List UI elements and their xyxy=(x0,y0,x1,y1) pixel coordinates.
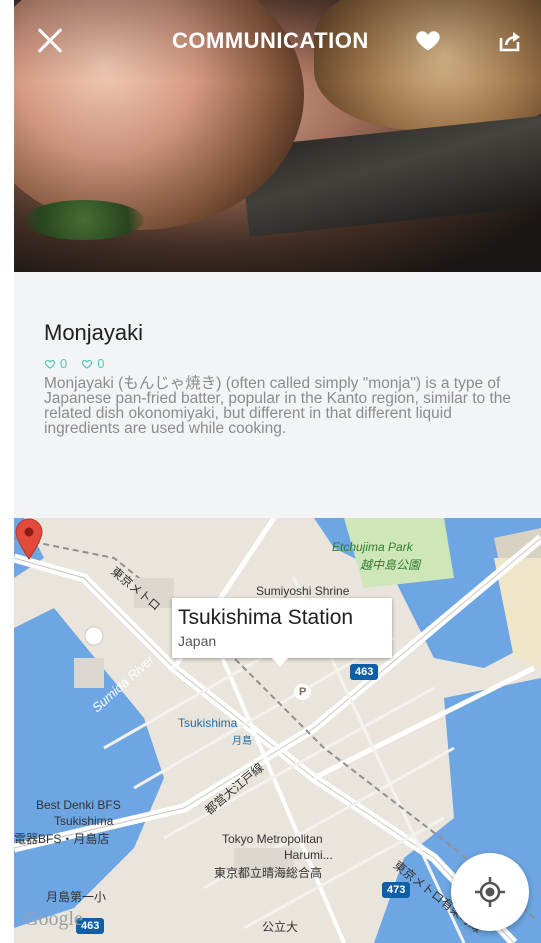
shrine-label: Sumiyoshi Shrine xyxy=(256,584,350,598)
google-logo: Google xyxy=(24,908,83,930)
item-title: Monjayaki xyxy=(44,320,144,345)
map-view[interactable]: Etchujima Park 越中島公園 Sumiyoshi Shrine Su… xyxy=(14,518,541,943)
map-info-window[interactable]: Tsukishima Station Japan xyxy=(172,598,392,667)
like-count: 0 xyxy=(60,356,68,371)
harumi-label-2: Harumi... xyxy=(284,848,333,862)
hero-photo: COMMUNICATION xyxy=(14,0,541,272)
my-location-button[interactable] xyxy=(451,853,529,931)
page-title: COMMUNICATION xyxy=(172,28,369,53)
store-label-jp: 電器BFS・月島店 xyxy=(14,832,110,846)
station-label: Tsukishima xyxy=(178,716,238,730)
harumi-label-jp: 東京都立晴海総合高 xyxy=(214,866,323,880)
screen: COMMUNICATION Monjayaki 0 0 Monjayaki (も… xyxy=(14,0,541,943)
info-window-subtitle: Japan xyxy=(178,633,217,649)
park-label: Etchujima Park xyxy=(332,540,413,554)
route-shield: 463 xyxy=(350,664,379,680)
close-button[interactable] xyxy=(32,22,68,58)
item-stats: 0 0 xyxy=(44,356,104,371)
my-location-icon xyxy=(475,877,505,907)
info-window-title: Tsukishima Station xyxy=(178,606,354,629)
park-label-jp: 越中島公園 xyxy=(360,558,421,572)
item-description: Monjayaki (もんじゃ焼き) (often called simply … xyxy=(44,375,512,437)
route-shield: 473 xyxy=(382,882,411,898)
item-details: Monjayaki 0 0 Monjayaki (もんじゃ焼き) (often … xyxy=(14,272,541,518)
top-bar: COMMUNICATION xyxy=(14,18,541,66)
comment-count: 0 xyxy=(97,356,105,371)
store-label-2: Tsukishima xyxy=(54,814,114,828)
school-label-2: 公立大 xyxy=(262,920,299,934)
school-label: 月島第一小 xyxy=(46,890,107,904)
harumi-label: Tokyo Metropolitan xyxy=(222,832,323,846)
share-button[interactable] xyxy=(498,30,522,52)
store-label: Best Denki BFS xyxy=(36,798,121,812)
comment-icon[interactable] xyxy=(81,358,93,370)
station-label-jp: 月島 xyxy=(232,736,252,747)
share-icon xyxy=(499,32,520,52)
favorite-button[interactable] xyxy=(414,26,442,54)
heart-outline-icon[interactable] xyxy=(44,358,56,370)
heart-icon xyxy=(416,31,440,51)
map-pin-icon[interactable] xyxy=(14,518,44,560)
